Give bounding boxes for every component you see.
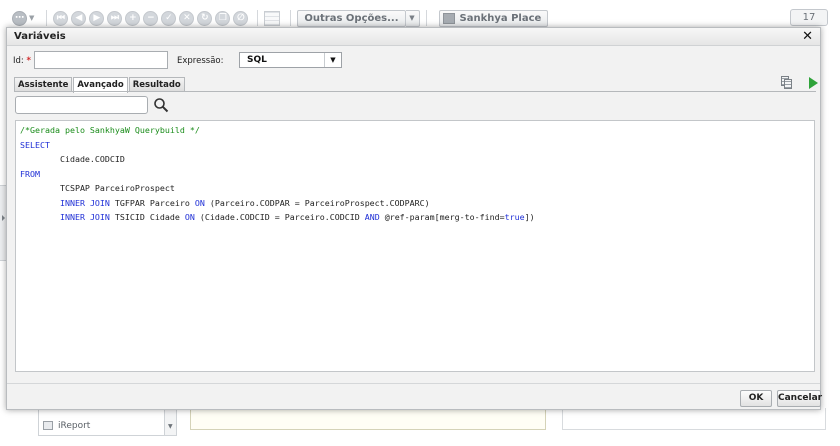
remove-icon[interactable]: −: [143, 10, 159, 26]
sankhya-place-button[interactable]: Sankhya Place: [438, 9, 549, 27]
nav-next-icon[interactable]: ▶: [89, 10, 105, 26]
dialog-title-bar[interactable]: Variáveis ✕: [7, 28, 820, 46]
chevron-down-icon[interactable]: ▼: [324, 53, 341, 67]
page-shape: [784, 79, 792, 89]
report-icon: [43, 421, 53, 430]
code-text: Cidade.CODCID: [20, 154, 125, 164]
code-text: ]): [524, 212, 535, 222]
background-lower-area: iReport ▼: [0, 408, 840, 446]
expression-value: SQL: [247, 55, 267, 65]
place-icon: [442, 12, 455, 24]
code-line: /*Gerada pelo SankhyaW Querybuild */: [20, 123, 814, 138]
table-view-icon[interactable]: [264, 10, 281, 26]
refresh-icon[interactable]: ↻: [197, 10, 213, 26]
cancel-icon[interactable]: ✕: [179, 10, 195, 26]
search-icon[interactable]: [153, 97, 169, 113]
code-keyword: INNER JOIN: [59, 197, 110, 208]
code-keyword: SELECT: [20, 139, 50, 150]
more-options-button[interactable]: Outras Opções...: [297, 9, 406, 27]
code-line: INNER JOIN TGFPAR Parceiro ON (Parceiro.…: [20, 196, 814, 211]
code-text: (Cidade.CODCID = Parceiro.CODCID: [194, 212, 365, 222]
expression-select[interactable]: SQL ▼: [239, 52, 342, 68]
dialog-title: Variáveis: [14, 31, 66, 42]
footer-divider: [7, 383, 820, 384]
code-line: SELECT: [20, 138, 814, 153]
nav-prev-icon[interactable]: ◀: [71, 10, 87, 26]
copy-icon[interactable]: ❐: [215, 10, 231, 26]
code-line: Cidade.CODCID: [20, 152, 814, 167]
sql-editor[interactable]: /*Gerada pelo SankhyaW Querybuild */ SELE…: [15, 120, 815, 372]
code-text: TCSPAP ParceiroProspect: [20, 183, 175, 193]
nav-last-icon[interactable]: ⏭: [107, 10, 123, 26]
toolbar-divider: [257, 10, 259, 26]
ok-button[interactable]: OK: [740, 390, 772, 407]
sankhya-place-label: Sankhya Place: [459, 12, 542, 24]
toolbar-divider: [425, 10, 427, 26]
toolbar-divider: [46, 10, 48, 26]
code-keyword: ON: [184, 212, 195, 222]
grid-menu-icon[interactable]: ⋯: [12, 10, 27, 26]
variables-dialog: Variáveis ✕ Id: * Expressão: SQL ▼ Assis…: [6, 27, 822, 410]
tab-bar: Assistente Avançado Resultado: [14, 77, 186, 93]
code-text: (Parceiro.CODPAR = ParceiroProspect.CODP…: [204, 197, 430, 208]
code-keyword: ON: [194, 197, 205, 208]
close-icon[interactable]: ✕: [802, 29, 813, 44]
code-comment: /*Gerada pelo SankhyaW Querybuild */: [20, 125, 200, 135]
code-keyword: true: [504, 212, 525, 222]
id-label: Id: *: [13, 56, 31, 66]
code-keyword: AND: [364, 212, 380, 222]
code-text: TSICID Cidade: [109, 212, 185, 222]
notification-counter[interactable]: 17: [790, 9, 828, 26]
code-keyword: INNER JOIN: [59, 212, 110, 222]
code-text: @ref-param[merg-to-find=: [379, 212, 505, 222]
chevron-right-icon: [2, 215, 5, 221]
id-label-text: Id:: [13, 56, 24, 66]
run-icon[interactable]: [809, 77, 818, 89]
documents-icon[interactable]: [781, 76, 793, 90]
app-toolbar: ⋯ ▼ ⏮ ◀ ▶ ⏭ + − ✓ ✕ ↻ ❐ ∅ Outras Opções.…: [12, 8, 828, 28]
code-line: TCSPAP ParceiroProspect: [20, 181, 814, 196]
background-panel: [190, 408, 546, 430]
background-panel: [562, 408, 826, 430]
chevron-down-icon[interactable]: ▼: [168, 423, 173, 430]
add-icon[interactable]: +: [125, 10, 141, 26]
chevron-down-icon[interactable]: ▼: [29, 14, 34, 22]
code-line: INNER JOIN TSICID Cidade ON (Cidade.CODC…: [20, 210, 814, 225]
id-field[interactable]: [34, 51, 168, 69]
expression-label: Expressão:: [177, 56, 224, 66]
cancel-button[interactable]: Cancelar: [777, 390, 822, 407]
nav-first-icon[interactable]: ⏮: [53, 10, 69, 26]
tab-resultado[interactable]: Resultado: [128, 77, 185, 92]
attach-icon[interactable]: ∅: [233, 10, 249, 26]
code-text: TGFPAR Parceiro: [109, 197, 195, 208]
required-indicator: *: [26, 56, 31, 66]
background-list: iReport ▼: [38, 408, 177, 436]
tab-divider: [14, 91, 816, 92]
tab-assistente[interactable]: Assistente: [14, 77, 73, 92]
code-keyword: FROM: [20, 168, 40, 179]
list-item[interactable]: iReport: [58, 421, 90, 431]
search-input[interactable]: [15, 96, 148, 114]
scrollbar[interactable]: ▼: [164, 409, 176, 435]
confirm-icon[interactable]: ✓: [161, 10, 177, 26]
code-line: FROM: [20, 167, 814, 182]
chevron-down-icon[interactable]: ▼: [405, 9, 420, 27]
toolbar-divider: [290, 10, 292, 26]
